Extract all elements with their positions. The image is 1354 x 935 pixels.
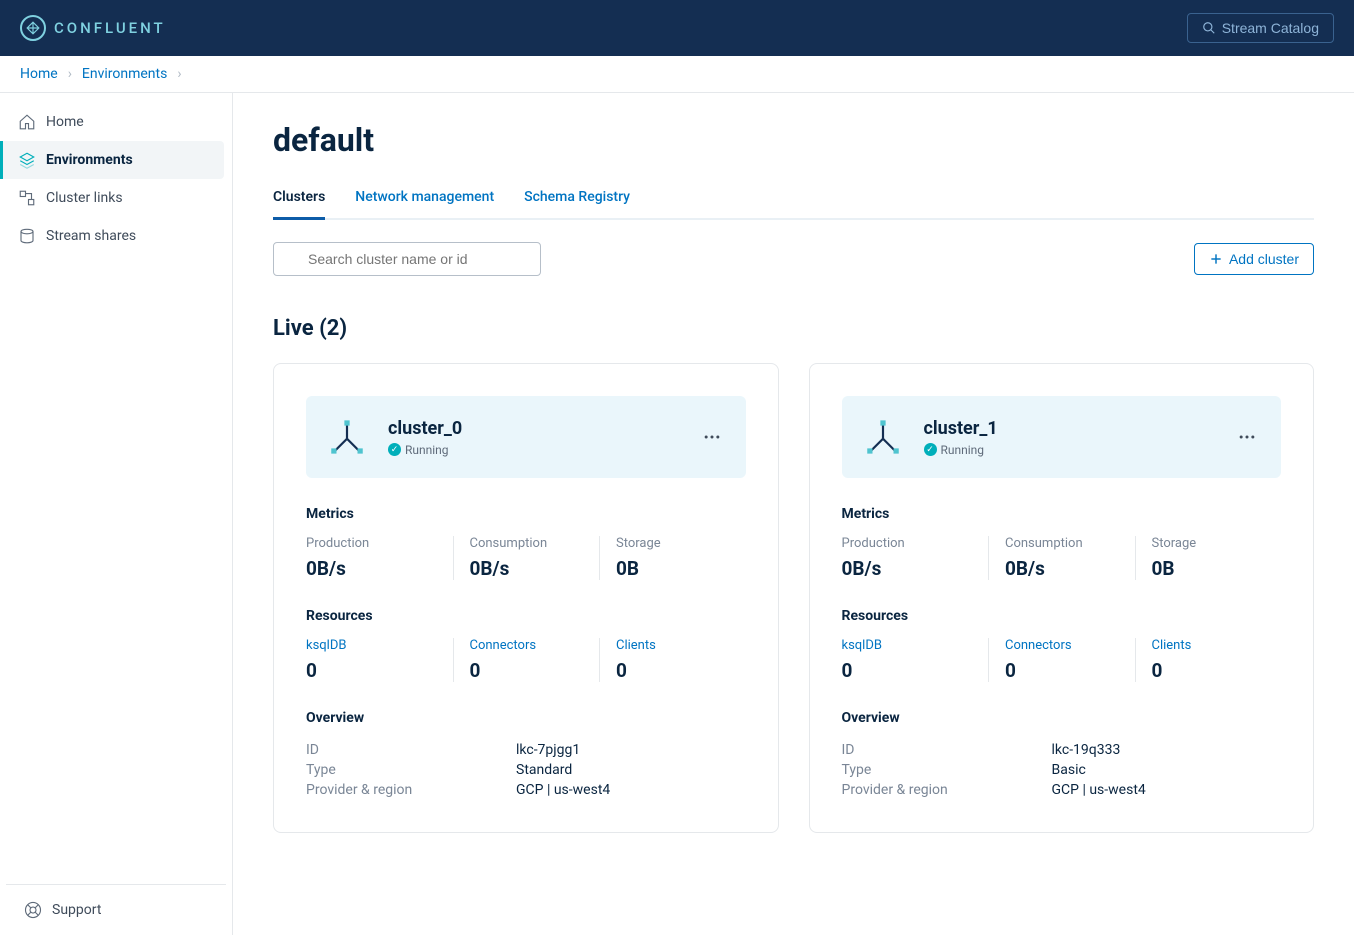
search-icon xyxy=(1202,21,1216,35)
overview-heading: Overview xyxy=(306,710,746,726)
resource-value-clients: 0 xyxy=(616,659,730,682)
resource-link-ksqldb[interactable]: ksqlDB xyxy=(306,638,437,653)
cluster-name: cluster_1 xyxy=(924,418,998,439)
metric-value-consumption: 0B/s xyxy=(1005,557,1119,580)
tab-schema-registry[interactable]: Schema Registry xyxy=(524,189,630,220)
chevron-right-icon: › xyxy=(177,66,181,82)
add-cluster-label: Add cluster xyxy=(1229,251,1299,267)
overview-key-provider: Provider & region xyxy=(842,782,1042,798)
overview-val-id: lkc-7pjgg1 xyxy=(516,742,746,758)
sidebar-item-label: Stream shares xyxy=(46,228,136,244)
status-running-icon: ✓ xyxy=(388,443,401,456)
chevron-right-icon: › xyxy=(68,66,72,82)
sidebar-item-label: Environments xyxy=(46,152,133,168)
brand-logo[interactable]: CONFLUENT xyxy=(20,15,166,41)
cluster-header: cluster_1 ✓ Running xyxy=(842,396,1282,478)
metric-label-consumption: Consumption xyxy=(1005,536,1119,551)
metric-value-production: 0B/s xyxy=(842,557,973,580)
overview-val-id: lkc-19q333 xyxy=(1052,742,1282,758)
cluster-icon xyxy=(862,416,904,458)
resource-link-clients[interactable]: Clients xyxy=(1152,638,1266,653)
cluster-card[interactable]: cluster_1 ✓ Running Metrics xyxy=(809,363,1315,833)
cluster-status: ✓ Running xyxy=(924,443,998,457)
add-cluster-button[interactable]: Add cluster xyxy=(1194,243,1314,275)
metric-value-consumption: 0B/s xyxy=(470,557,584,580)
metric-value-production: 0B/s xyxy=(306,557,437,580)
breadcrumb-environments[interactable]: Environments xyxy=(82,66,167,82)
brand-name: CONFLUENT xyxy=(54,19,166,37)
tab-clusters[interactable]: Clusters xyxy=(273,189,325,220)
metric-label-production: Production xyxy=(842,536,973,551)
layers-icon xyxy=(18,151,36,169)
resource-value-connectors: 0 xyxy=(470,659,584,682)
breadcrumb-home[interactable]: Home xyxy=(20,66,58,82)
sidebar-item-cluster-links[interactable]: Cluster links xyxy=(0,179,224,217)
cluster-header: cluster_0 ✓ Running xyxy=(306,396,746,478)
stream-catalog-button[interactable]: Stream Catalog xyxy=(1187,13,1334,43)
metric-value-storage: 0B xyxy=(616,557,730,580)
section-heading: Live (2) xyxy=(273,316,1314,341)
resource-value-connectors: 0 xyxy=(1005,659,1119,682)
search-input[interactable] xyxy=(273,242,541,276)
overview-val-type: Basic xyxy=(1052,762,1282,778)
resource-value-ksqldb: 0 xyxy=(306,659,437,682)
more-menu-button[interactable] xyxy=(698,423,726,451)
status-running-icon: ✓ xyxy=(924,443,937,456)
metrics-heading: Metrics xyxy=(842,506,1282,522)
metric-label-storage: Storage xyxy=(1152,536,1266,551)
overview-key-id: ID xyxy=(306,742,506,758)
metric-label-consumption: Consumption xyxy=(470,536,584,551)
sidebar-item-label: Cluster links xyxy=(46,190,123,206)
stream-catalog-label: Stream Catalog xyxy=(1222,20,1319,36)
cluster-links-icon xyxy=(18,189,36,207)
resource-link-ksqldb[interactable]: ksqlDB xyxy=(842,638,973,653)
cluster-status: ✓ Running xyxy=(388,443,462,457)
resources-heading: Resources xyxy=(842,608,1282,624)
resources-heading: Resources xyxy=(306,608,746,624)
metric-value-storage: 0B xyxy=(1152,557,1266,580)
resource-link-clients[interactable]: Clients xyxy=(616,638,730,653)
overview-key-type: Type xyxy=(842,762,1042,778)
resource-link-connectors[interactable]: Connectors xyxy=(1005,638,1119,653)
overview-val-provider: GCP | us-west4 xyxy=(1052,782,1282,798)
tab-network-management[interactable]: Network management xyxy=(355,189,494,220)
resource-value-ksqldb: 0 xyxy=(842,659,973,682)
overview-key-id: ID xyxy=(842,742,1042,758)
overview-key-provider: Provider & region xyxy=(306,782,506,798)
sidebar-item-home[interactable]: Home xyxy=(0,103,224,141)
resource-link-connectors[interactable]: Connectors xyxy=(470,638,584,653)
resource-value-clients: 0 xyxy=(1152,659,1266,682)
home-icon xyxy=(18,113,36,131)
more-menu-button[interactable] xyxy=(1233,423,1261,451)
sidebar-item-stream-shares[interactable]: Stream shares xyxy=(0,217,224,255)
page-title: default xyxy=(273,121,1314,159)
metric-label-production: Production xyxy=(306,536,437,551)
tabs: Clusters Network management Schema Regis… xyxy=(273,189,1314,220)
stream-shares-icon xyxy=(18,227,36,245)
status-text: Running xyxy=(405,443,449,457)
support-link[interactable]: Support xyxy=(24,901,208,919)
cluster-card[interactable]: cluster_0 ✓ Running Metrics xyxy=(273,363,779,833)
overview-heading: Overview xyxy=(842,710,1282,726)
cluster-name: cluster_0 xyxy=(388,418,462,439)
metric-label-storage: Storage xyxy=(616,536,730,551)
support-label: Support xyxy=(52,902,101,918)
overview-val-provider: GCP | us-west4 xyxy=(516,782,746,798)
metrics-heading: Metrics xyxy=(306,506,746,522)
sidebar-item-label: Home xyxy=(46,114,84,130)
support-icon xyxy=(24,901,42,919)
logo-mark-icon xyxy=(20,15,46,41)
sidebar-item-environments[interactable]: Environments xyxy=(0,141,224,179)
overview-key-type: Type xyxy=(306,762,506,778)
cluster-icon xyxy=(326,416,368,458)
status-text: Running xyxy=(941,443,985,457)
plus-icon xyxy=(1209,252,1223,266)
breadcrumb: Home › Environments › xyxy=(0,56,1354,93)
overview-val-type: Standard xyxy=(516,762,746,778)
